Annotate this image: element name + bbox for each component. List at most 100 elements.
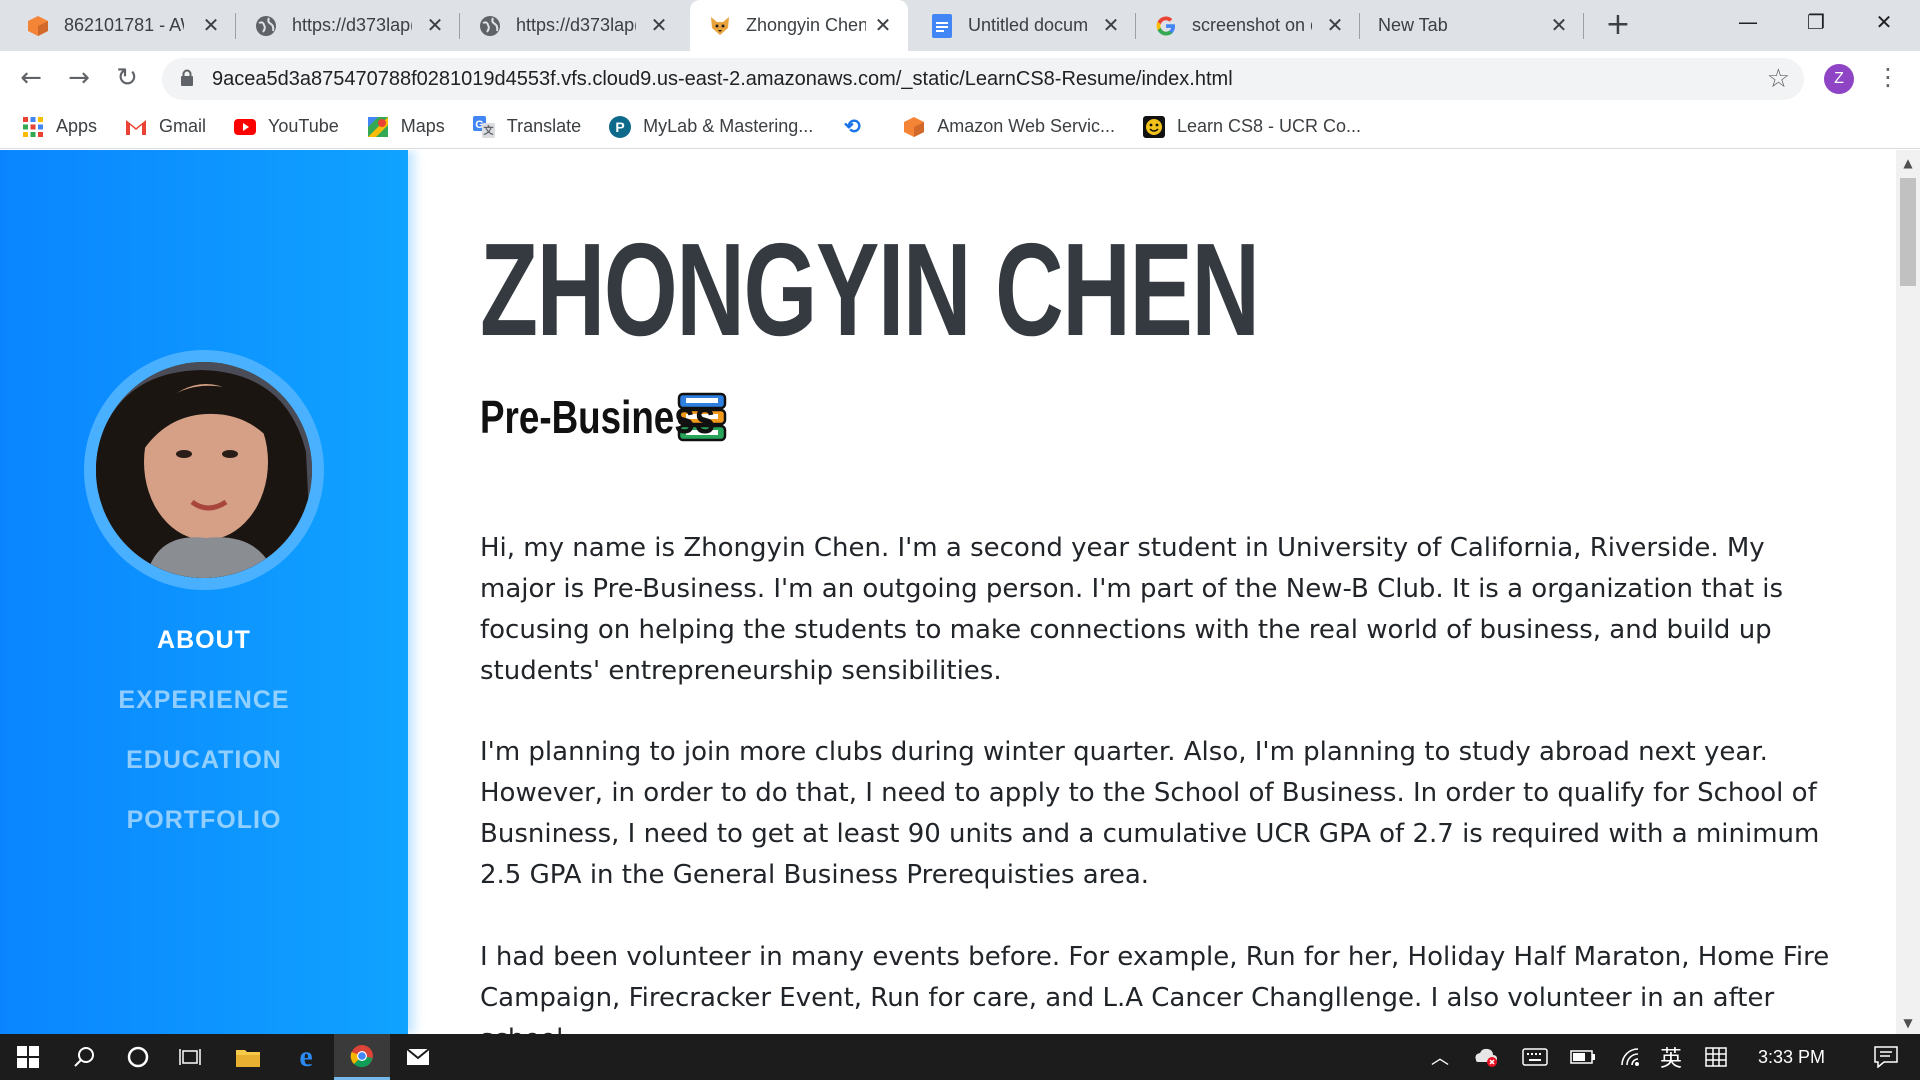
bookmark-mylab[interactable]: P MyLab & Mastering... <box>609 115 814 138</box>
profile-photo-frame <box>84 350 324 590</box>
tab-zhongyin-chen[interactable]: Zhongyin Chen ✕ <box>690 0 908 51</box>
back-arrow-icon[interactable]: ← <box>14 61 48 95</box>
tab-new-tab[interactable]: New Tab ✕ <box>1360 0 1584 51</box>
fox-face-icon <box>708 14 732 38</box>
bookmark-label: Apps <box>56 116 98 136</box>
globe-icon <box>478 14 502 38</box>
onedrive-error-icon[interactable] <box>1472 1034 1500 1080</box>
minimize-icon[interactable]: — <box>1716 0 1780 44</box>
page-viewport: ABOUT EXPERIENCE EDUCATION PORTFOLIO ZHO… <box>0 150 1920 1034</box>
gmail-icon <box>125 116 147 138</box>
about-paragraph-2: I'm planning to join more clubs during w… <box>480 737 1820 890</box>
svg-text:P: P <box>616 119 625 135</box>
close-window-icon[interactable]: ✕ <box>1852 0 1916 44</box>
scrollbar-thumb[interactable] <box>1900 178 1916 286</box>
tab-cloud9-1[interactable]: https://d373lap( ✕ <box>236 0 460 51</box>
google-docs-icon <box>930 13 954 38</box>
tab-title: https://d373lap( <box>516 15 636 35</box>
forward-arrow-icon[interactable]: → <box>62 61 96 95</box>
new-tab-plus-icon[interactable]: + <box>1601 8 1635 42</box>
bookmark-maps[interactable]: Maps <box>367 116 445 138</box>
subtitle: Pre-Business <box>480 390 728 444</box>
nav-portfolio[interactable]: PORTFOLIO <box>0 806 408 835</box>
about-paragraph-3: I had been volunteer in many events befo… <box>480 942 1830 1034</box>
bookmark-translate[interactable]: G文 Translate <box>472 115 582 138</box>
bookmark-youtube[interactable]: YouTube <box>234 116 339 138</box>
history-icon: ⟲ <box>843 116 861 138</box>
bookmark-label: MyLab & Mastering... <box>643 116 814 136</box>
tab-google-search[interactable]: screenshot on d ✕ <box>1136 0 1360 51</box>
restore-icon[interactable]: ❐ <box>1784 0 1848 44</box>
bookmark-label: Gmail <box>159 116 207 136</box>
lock-icon[interactable] <box>180 69 194 87</box>
nav-education[interactable]: EDUCATION <box>0 746 408 775</box>
nav-experience[interactable]: EXPERIENCE <box>0 686 408 715</box>
close-tab-icon[interactable]: ✕ <box>424 14 446 36</box>
address-bar[interactable]: 9acea5d3a875470788f0281019d4553f.vfs.clo… <box>162 58 1804 100</box>
tab-title: https://d373lap( <box>292 15 412 35</box>
globe-icon <box>254 14 278 38</box>
about-paragraph-1: Hi, my name is Zhongyin Chen. I'm a seco… <box>480 533 1784 686</box>
bookmark-history[interactable]: ⟲ <box>841 116 875 138</box>
aws-cube-icon <box>903 116 925 138</box>
battery-icon[interactable] <box>1570 1034 1596 1080</box>
file-explorer-icon[interactable] <box>220 1034 276 1080</box>
tray-chevron-up-icon[interactable]: ︿ <box>1426 1034 1454 1080</box>
close-tab-icon[interactable]: ✕ <box>1548 14 1570 36</box>
ime-mode-icon[interactable] <box>1704 1034 1728 1080</box>
bookmark-learn-cs8[interactable]: Learn CS8 - UCR Co... <box>1142 115 1362 138</box>
scroll-up-arrow-icon[interactable]: ▲ <box>1896 156 1920 170</box>
bookmark-label: Maps <box>400 116 445 136</box>
nav-about[interactable]: ABOUT <box>0 626 408 655</box>
reload-icon[interactable]: ↻ <box>110 61 144 95</box>
close-tab-icon[interactable]: ✕ <box>648 14 670 36</box>
tab-cloud9-2[interactable]: https://d373lap( ✕ <box>460 0 684 51</box>
maps-icon <box>367 116 389 138</box>
close-tab-icon[interactable]: ✕ <box>200 14 222 36</box>
tab-title: screenshot on d <box>1192 15 1312 35</box>
aws-cube-icon <box>26 14 50 38</box>
keyboard-icon[interactable] <box>1522 1034 1548 1080</box>
tab-title: New Tab <box>1378 15 1448 35</box>
wifi-icon[interactable] <box>1620 1034 1646 1080</box>
edge-icon[interactable]: e <box>278 1034 334 1080</box>
windows-start-icon[interactable] <box>0 1034 56 1080</box>
subtitle-text: Pre-Business <box>480 391 716 443</box>
translate-icon: G文 <box>472 115 495 138</box>
bookmark-gmail[interactable]: Gmail <box>125 116 206 138</box>
page-scrollbar[interactable]: ▲ ▼ <box>1896 150 1920 1034</box>
svg-text:文: 文 <box>483 124 494 137</box>
tab-google-docs[interactable]: Untitled docume ✕ <box>912 0 1136 51</box>
chrome-taskbar-icon[interactable] <box>334 1034 390 1080</box>
profile-photo <box>96 362 312 578</box>
close-tab-icon[interactable]: ✕ <box>872 14 894 36</box>
input-method-indicator[interactable]: 英 <box>1660 1034 1682 1080</box>
clock-time[interactable]: 3:33 PM <box>1758 1034 1825 1080</box>
pearson-icon: P <box>609 115 632 138</box>
action-center-icon[interactable] <box>1856 1034 1916 1080</box>
bookmarks-bar: Apps Gmail YouTube Maps G文 Translate P M… <box>0 105 1920 149</box>
menu-kebab-icon[interactable]: ⋮ <box>1876 63 1900 91</box>
bookmark-label: Learn CS8 - UCR Co... <box>1176 116 1362 136</box>
bookmark-label: Translate <box>506 116 582 136</box>
task-view-icon[interactable] <box>162 1034 218 1080</box>
bookmark-label: YouTube <box>268 116 339 136</box>
apps-grid-icon <box>22 116 44 138</box>
youtube-icon <box>234 116 257 138</box>
scroll-down-arrow-icon[interactable]: ▼ <box>1896 1016 1920 1030</box>
bookmark-aws[interactable]: Amazon Web Servic... <box>903 116 1115 138</box>
cortana-icon[interactable] <box>110 1034 166 1080</box>
bookmark-label: Amazon Web Servic... <box>937 116 1115 136</box>
close-tab-icon[interactable]: ✕ <box>1100 14 1122 36</box>
close-tab-icon[interactable]: ✕ <box>1324 14 1346 36</box>
learn-cs8-icon <box>1142 115 1165 138</box>
url-text[interactable]: 9acea5d3a875470788f0281019d4553f.vfs.clo… <box>212 58 1233 100</box>
tab-strip: 862101781 - AW ✕ https://d373lap( ✕ http… <box>0 0 1920 51</box>
profile-avatar[interactable]: Z <box>1824 64 1854 94</box>
windows-taskbar: e ︿ 英 3:33 PM <box>0 1034 1920 1080</box>
tab-aws[interactable]: 862101781 - AW ✕ <box>8 0 236 51</box>
bookmark-star-icon[interactable]: ☆ <box>1767 64 1790 94</box>
search-icon[interactable] <box>56 1034 112 1080</box>
bookmark-apps[interactable]: Apps <box>22 116 97 138</box>
mail-icon[interactable] <box>390 1034 446 1080</box>
